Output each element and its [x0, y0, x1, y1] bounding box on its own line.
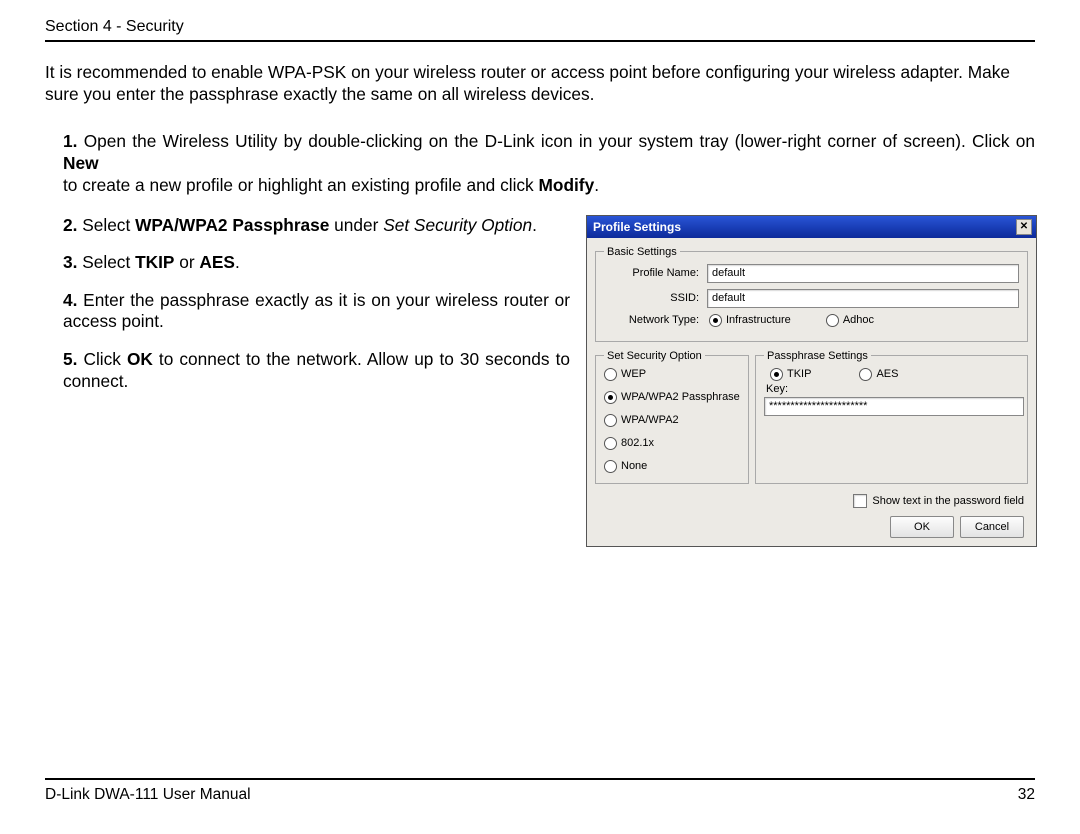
step-1-textb: to create a new profile or highlight an … — [63, 175, 539, 195]
radio-icon — [709, 314, 722, 327]
radio-adhoc[interactable]: Adhoc — [826, 314, 874, 327]
radio-icon — [604, 437, 617, 450]
radio-wpa-label: WPA/WPA2 — [621, 414, 679, 426]
radio-wep[interactable]: WEP — [604, 368, 740, 381]
security-option-group: Set Security Option WEP WPA/WPA2 Passphr… — [595, 350, 749, 484]
step-2-italic: Set Security Option — [383, 215, 532, 235]
radio-icon — [604, 414, 617, 427]
step-5-texta: Click — [77, 349, 127, 369]
radio-wpapass-label: WPA/WPA2 Passphrase — [621, 391, 740, 403]
ok-button[interactable]: OK — [890, 516, 954, 538]
ssid-label: SSID: — [604, 292, 707, 304]
radio-none[interactable]: None — [604, 460, 740, 473]
ssid-input[interactable] — [707, 289, 1019, 308]
step-1: 1. Open the Wireless Utility by double-c… — [63, 130, 1035, 196]
radio-8021x[interactable]: 802.1x — [604, 437, 740, 450]
key-label: Key: — [764, 383, 1019, 395]
radio-infrastructure[interactable]: Infrastructure — [709, 314, 791, 327]
step-1-texta: Open the Wireless Utility by double-clic… — [77, 131, 1035, 151]
basic-settings-legend: Basic Settings — [604, 246, 680, 258]
radio-8021x-label: 802.1x — [621, 437, 654, 449]
radio-wpa[interactable]: WPA/WPA2 — [604, 414, 740, 427]
radio-icon — [604, 391, 617, 404]
radio-icon — [604, 368, 617, 381]
radio-infra-label: Infrastructure — [726, 314, 791, 326]
dialog-title-text: Profile Settings — [593, 220, 681, 234]
radio-icon — [859, 368, 872, 381]
step-2-texta: Select — [77, 215, 135, 235]
radio-wep-label: WEP — [621, 368, 646, 380]
radio-adhoc-label: Adhoc — [843, 314, 874, 326]
radio-none-label: None — [621, 460, 647, 472]
step-5-ok: OK — [127, 349, 153, 369]
profile-name-label: Profile Name: — [604, 267, 707, 279]
basic-settings-group: Basic Settings Profile Name: SSID: Netwo… — [595, 246, 1028, 342]
radio-icon — [604, 460, 617, 473]
step-1-bold-modify: Modify — [539, 175, 595, 195]
step-3-textb: or — [174, 252, 199, 272]
profile-settings-dialog: Profile Settings ✕ Basic Settings Profil… — [586, 215, 1037, 547]
section-header: Section 4 - Security — [45, 18, 1035, 42]
footer-manual-title: D-Link DWA-111 User Manual — [45, 786, 251, 804]
step-4-num: 4. — [63, 290, 77, 310]
cancel-button[interactable]: Cancel — [960, 516, 1024, 538]
step-1-bold-new: New — [63, 153, 99, 173]
passphrase-settings-group: Passphrase Settings TKIP AES — [755, 350, 1028, 484]
step-2-textc: . — [532, 215, 537, 235]
step-3-tkip: TKIP — [135, 252, 174, 272]
step-2-textb: under — [329, 215, 383, 235]
step-4: 4. Enter the passphrase exactly as it is… — [63, 290, 570, 333]
passphrase-settings-legend: Passphrase Settings — [764, 350, 871, 362]
dialog-titlebar: Profile Settings ✕ — [587, 216, 1036, 238]
radio-aes[interactable]: AES — [859, 368, 898, 381]
radio-wpa-passphrase[interactable]: WPA/WPA2 Passphrase — [604, 391, 740, 404]
step-1-textc: . — [594, 175, 599, 195]
step-3: 3. Select TKIP or AES. — [63, 252, 570, 274]
show-text-checkbox[interactable] — [853, 494, 867, 508]
radio-icon — [770, 368, 783, 381]
radio-aes-label: AES — [876, 368, 898, 380]
radio-tkip-label: TKIP — [787, 368, 811, 380]
network-type-label: Network Type: — [604, 314, 707, 326]
intro-text: It is recommended to enable WPA-PSK on y… — [45, 62, 1035, 105]
step-5-num: 5. — [63, 349, 77, 369]
show-text-label: Show text in the password field — [872, 495, 1024, 507]
footer-page-number: 32 — [1018, 786, 1035, 804]
security-option-legend: Set Security Option — [604, 350, 705, 362]
step-3-num: 3. — [63, 252, 77, 272]
step-2-bold: WPA/WPA2 Passphrase — [135, 215, 329, 235]
key-input[interactable] — [764, 397, 1024, 416]
step-2-num: 2. — [63, 215, 77, 235]
step-3-textc: . — [235, 252, 240, 272]
step-3-texta: Select — [77, 252, 135, 272]
profile-name-input[interactable] — [707, 264, 1019, 283]
page-footer: D-Link DWA-111 User Manual 32 — [45, 778, 1035, 804]
step-1-num: 1. — [63, 131, 77, 151]
step-4-texta: Enter the passphrase exactly as it is on… — [63, 290, 570, 332]
step-3-aes: AES — [199, 252, 235, 272]
radio-tkip[interactable]: TKIP — [770, 368, 811, 381]
step-5: 5. Click OK to connect to the network. A… — [63, 349, 570, 392]
close-icon[interactable]: ✕ — [1016, 219, 1032, 235]
radio-icon — [826, 314, 839, 327]
step-2: 2. Select WPA/WPA2 Passphrase under Set … — [63, 215, 570, 237]
